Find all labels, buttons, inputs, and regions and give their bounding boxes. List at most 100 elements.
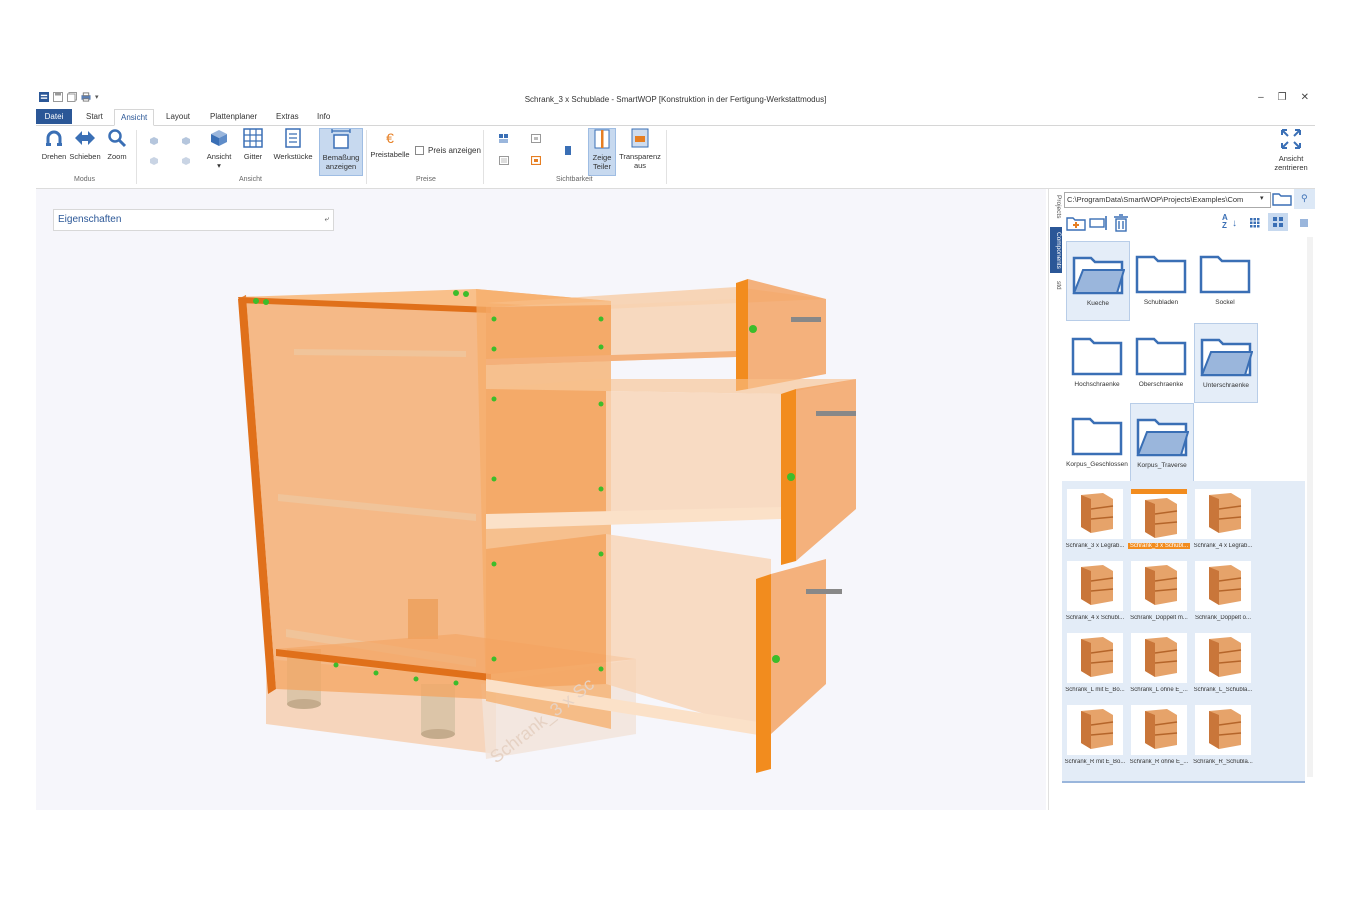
zeige-teiler-button[interactable]: Zeige Teiler <box>588 128 616 176</box>
component-thumbnail[interactable]: Schrank_L mit E_Bo... <box>1064 631 1126 699</box>
tab-std[interactable]: std <box>1050 277 1062 293</box>
folder-item[interactable]: Unterschraenke <box>1194 323 1258 403</box>
tab-datei[interactable]: Datei <box>36 109 72 124</box>
path-dropdown-arrow-icon[interactable]: ▾ <box>1260 194 1264 202</box>
door-icon[interactable] <box>563 146 573 155</box>
tab-projects[interactable]: Projects <box>1050 191 1062 223</box>
divider <box>666 130 667 184</box>
component-thumbnail[interactable]: Schrank_4 x Legrab... <box>1192 487 1254 555</box>
rename-icon[interactable] <box>1089 215 1109 231</box>
folder-item[interactable]: Kueche <box>1066 241 1130 321</box>
transparenz-button[interactable]: Transparenz aus <box>618 128 662 170</box>
cabinet-preview-icon <box>1131 489 1187 539</box>
preis-anzeigen-checkbox[interactable]: Preis anzeigen <box>415 146 481 155</box>
3d-viewport[interactable]: Eigenschaften ⤶ Schrank_3 x Sc <box>36 189 1046 810</box>
tab-extras[interactable]: Extras <box>270 109 305 124</box>
component-thumbnail[interactable]: Schrank_Doppelt o... <box>1192 559 1254 627</box>
preis-anzeigen-label: Preis anzeigen <box>428 146 481 155</box>
panel-bottom-rule <box>1062 781 1305 783</box>
component-thumbnail[interactable]: Schrank_4 x Schubl... <box>1064 559 1126 627</box>
tab-start[interactable]: Start <box>80 109 109 124</box>
panel-outline-icon[interactable] <box>531 134 541 143</box>
ribbon: Drehen Schieben Zoom Modus Ansicht ▾ Git… <box>36 126 1315 189</box>
panel-scrollbar[interactable] <box>1307 237 1313 777</box>
sort-az-icon[interactable]: AZ <box>1222 214 1228 230</box>
folder-open-icon <box>1072 256 1125 295</box>
pin-icon: ⚲ <box>1301 193 1308 203</box>
ansicht-button[interactable]: Ansicht ▾ <box>204 128 234 170</box>
tab-components[interactable]: Components <box>1050 227 1062 273</box>
checkbox-box[interactable] <box>415 146 424 155</box>
browse-folder-icon[interactable] <box>1272 192 1292 206</box>
components-panel: C:\ProgramData\SmartWOP\Projects\Example… <box>1062 189 1315 810</box>
minimize-button[interactable]: – <box>1258 92 1264 103</box>
werkstuecke-button[interactable]: Werkstücke <box>272 128 314 161</box>
folder-item[interactable]: Oberschraenke <box>1130 323 1192 401</box>
tab-layout[interactable]: Layout <box>160 109 196 124</box>
bemassung-button[interactable]: Bemaßung anzeigen <box>319 128 363 176</box>
folder-label: Korpus_Geschlossen <box>1066 461 1128 468</box>
component-thumbnail[interactable]: Schrank_L ohne E_... <box>1128 631 1190 699</box>
thumbnail-label: Schrank_3 x Legrab... <box>1065 543 1125 549</box>
component-thumbnail[interactable]: Schrank_R_Schubla... <box>1192 703 1254 771</box>
folder-label: Kueche <box>1086 300 1110 307</box>
path-input[interactable]: C:\ProgramData\SmartWOP\Projects\Example… <box>1064 192 1271 208</box>
list-view-icon[interactable] <box>1300 219 1308 227</box>
cabinet-preview-icon <box>1195 705 1251 755</box>
tab-plattenplaner[interactable]: Plattenplaner <box>204 109 263 124</box>
sort-arrow-icon[interactable]: ↓ <box>1232 218 1237 229</box>
folder-item[interactable]: Schubladen <box>1130 241 1192 319</box>
folder-item[interactable]: Hochschraenke <box>1066 323 1128 401</box>
pin-panel-button[interactable]: ⚲ <box>1294 189 1315 209</box>
cabinet-preview-icon <box>1131 705 1187 755</box>
cabinet-3d-model[interactable]: Schrank_3 x Sc <box>36 189 1046 810</box>
cabinet-preview-icon <box>1067 633 1123 683</box>
tab-ansicht[interactable]: Ansicht <box>114 109 155 126</box>
center-view-icon <box>1281 129 1301 149</box>
component-thumbnail[interactable]: Schrank_3 x Legrab... <box>1064 487 1126 555</box>
close-button[interactable]: ✕ <box>1301 92 1309 103</box>
folder-open-icon <box>1200 338 1253 377</box>
ansicht-zentrieren-button[interactable]: Ansicht zentrieren <box>1268 128 1314 172</box>
thumbnail-label: Schrank_4 x Schubl... <box>1065 615 1125 621</box>
view-left-icon[interactable] <box>149 156 159 165</box>
tab-info[interactable]: Info <box>311 109 336 124</box>
component-thumbnail[interactable]: Schrank_R ohne E_... <box>1128 703 1190 771</box>
restore-button[interactable]: ❐ <box>1278 92 1287 103</box>
folder-item[interactable]: Korpus_Traverse <box>1130 403 1194 483</box>
folder-label: Schubladen <box>1143 299 1179 306</box>
component-thumbnail[interactable]: Schrank_R mit E_Bo... <box>1064 703 1126 771</box>
small-grid-view-icon[interactable] <box>1250 218 1260 228</box>
component-thumbnail[interactable]: Schrank_3 x Schubl... <box>1128 487 1190 555</box>
view-back-icon[interactable] <box>181 136 191 145</box>
folder-icon <box>1071 417 1123 456</box>
thumbnail-label: Schrank_R ohne E_... <box>1129 759 1189 765</box>
thumbnail-label: Schrank_Doppelt o... <box>1194 615 1252 621</box>
thumbnail-label: Schrank_4 x Legrab... <box>1193 543 1253 549</box>
component-thumbnail[interactable]: Schrank_L_Schubla... <box>1192 631 1254 699</box>
title-bar: ▾ Schrank_3 x Schublade - SmartWOP [Kons… <box>36 90 1315 110</box>
view-front-icon[interactable] <box>149 136 159 145</box>
cabinet-preview-icon <box>1131 633 1187 683</box>
panel-highlight-icon[interactable] <box>531 156 541 165</box>
folder-label: Hochschraenke <box>1074 381 1120 388</box>
panel-outline2-icon[interactable] <box>499 156 509 165</box>
zoom-button[interactable]: Zoom <box>104 128 130 161</box>
delete-icon[interactable] <box>1113 214 1129 232</box>
gitter-button[interactable]: Gitter <box>240 128 266 161</box>
component-thumbnail[interactable]: Schrank_Doppelt m... <box>1128 559 1190 627</box>
schieben-button[interactable]: Schieben <box>69 128 101 161</box>
ribbon-tabs: Datei Start Ansicht Layout Plattenplaner… <box>36 109 1315 126</box>
layout-grid-icon[interactable] <box>499 134 509 143</box>
group-preise-label: Preise <box>416 176 436 183</box>
folder-item[interactable]: Korpus_Geschlossen <box>1066 403 1128 481</box>
thumbnail-label: Schrank_3 x Schubl... <box>1128 543 1190 549</box>
ansicht-zentrieren-label: Ansicht zentrieren <box>1274 154 1308 172</box>
new-folder-icon[interactable] <box>1066 215 1086 231</box>
view-right-icon[interactable] <box>181 156 191 165</box>
preistabelle-button[interactable]: € Preistabelle <box>368 128 412 159</box>
folder-open-icon <box>1136 418 1189 457</box>
folder-item[interactable]: Sockel <box>1194 241 1256 319</box>
drehen-button[interactable]: Drehen <box>40 128 68 161</box>
large-grid-view-button[interactable] <box>1268 213 1288 231</box>
